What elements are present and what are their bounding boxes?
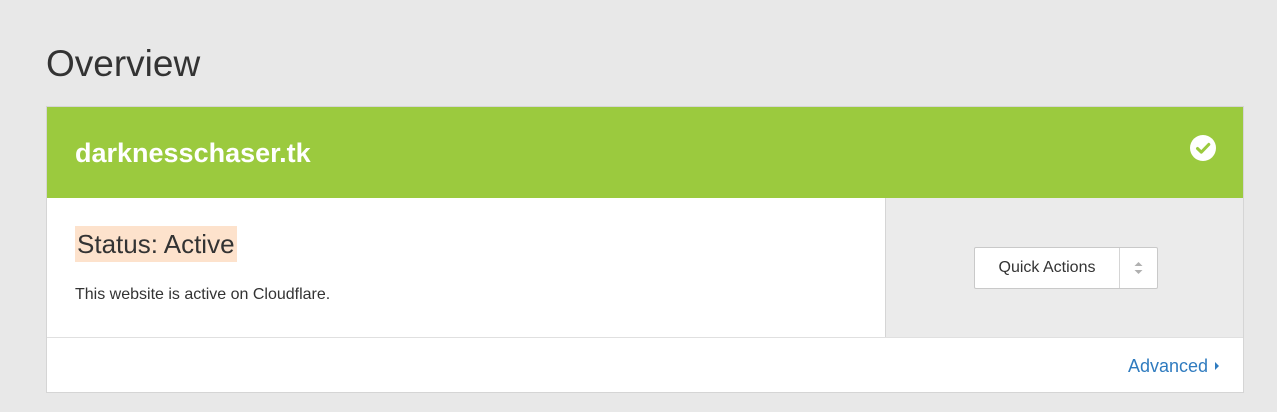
quick-actions-label: Quick Actions xyxy=(975,248,1120,288)
quick-actions-select[interactable]: Quick Actions xyxy=(974,247,1158,289)
status-description: This website is active on Cloudflare. xyxy=(75,286,331,303)
sort-arrows-icon[interactable] xyxy=(1120,248,1157,288)
actions-panel: Quick Actions xyxy=(885,198,1243,337)
card-footer: Advanced xyxy=(47,337,1243,392)
domain-name: darknesschaser.tk xyxy=(75,138,311,168)
status-title: Status: Active xyxy=(75,226,237,262)
sort-arrows-glyph xyxy=(1134,262,1143,274)
site-header: darknesschaser.tk xyxy=(47,107,1243,198)
site-overview-card: darknesschaser.tk Status: Active This we… xyxy=(46,106,1244,393)
caret-right-icon xyxy=(1215,362,1219,370)
advanced-link[interactable]: Advanced xyxy=(1128,354,1219,378)
status-section: Status: Active This website is active on… xyxy=(47,198,885,337)
page-title: Overview xyxy=(46,43,201,84)
advanced-label: Advanced xyxy=(1127,356,1208,376)
check-circle-icon xyxy=(1190,135,1216,161)
